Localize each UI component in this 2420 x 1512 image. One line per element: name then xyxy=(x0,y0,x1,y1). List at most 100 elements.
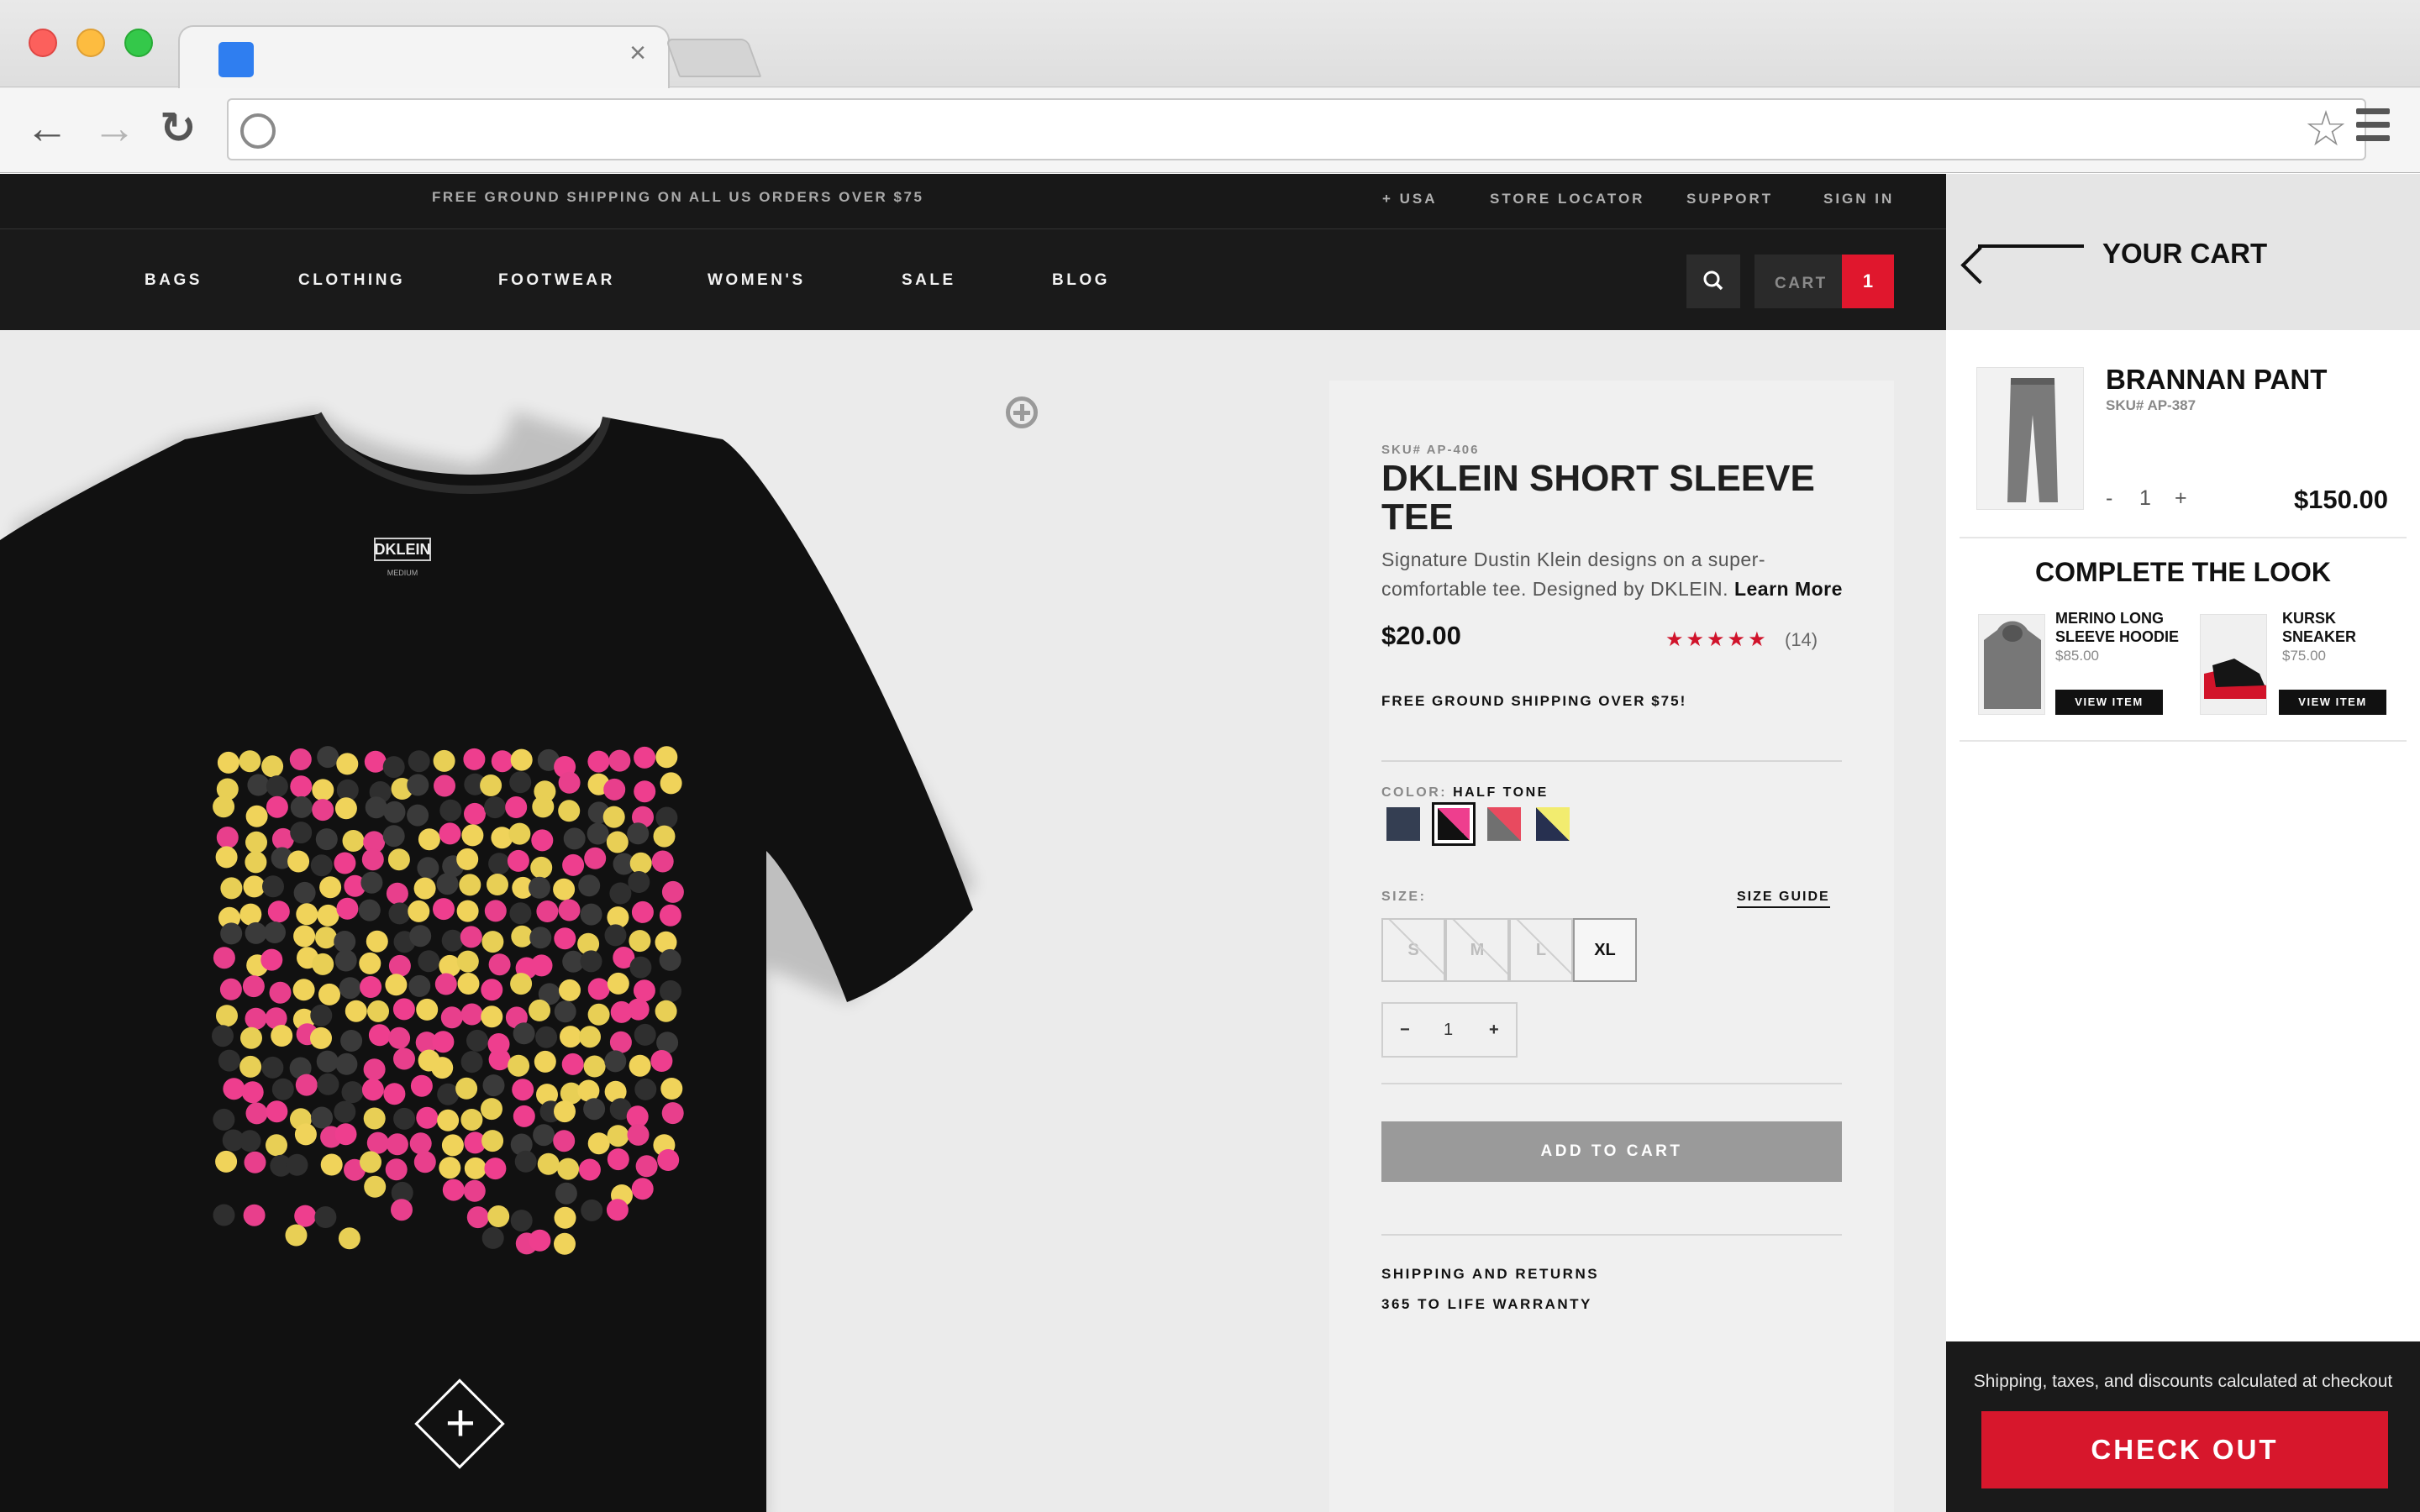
shirt-label-size: MEDIUM xyxy=(387,569,418,577)
cart-footer: Shipping, taxes, and discounts calculate… xyxy=(1946,1341,2420,1512)
qty-decrease-button[interactable]: − xyxy=(1400,1021,1410,1040)
pant-icon xyxy=(2007,378,2058,502)
cart-qty-increase-button[interactable]: + xyxy=(2175,486,2187,511)
swatch-navy-yellow[interactable] xyxy=(1536,807,1570,841)
shirt-label-brand: DKLEIN xyxy=(375,541,431,558)
cart-qty-decrease-button[interactable]: - xyxy=(2106,486,2112,511)
minimize-window-button[interactable] xyxy=(76,29,105,57)
back-icon[interactable]: ← xyxy=(25,107,69,150)
hoodie-icon xyxy=(1984,621,2041,709)
zoom-window-button[interactable] xyxy=(124,29,153,57)
qty-increase-button[interactable]: + xyxy=(1489,1021,1499,1040)
browser-chrome: × ← → ↻ ☆ xyxy=(0,0,2420,173)
cart-count-badge: 1 xyxy=(1842,255,1894,308)
search-button[interactable] xyxy=(1686,255,1740,308)
size-l[interactable]: L xyxy=(1509,918,1573,982)
product-sku: SKU# AP-406 xyxy=(1381,443,1480,457)
rec-hoodie-view-button[interactable]: VIEW ITEM xyxy=(2055,690,2163,715)
cart-item-sku: SKU# AP-387 xyxy=(2106,397,2196,413)
new-tab-button[interactable] xyxy=(665,39,762,77)
region-selector[interactable]: + USA xyxy=(1382,191,1438,207)
qty-value[interactable]: 1 xyxy=(1444,1021,1453,1040)
cart-qty-value: 1 xyxy=(2139,486,2151,510)
rec-hoodie-image[interactable] xyxy=(1978,614,2045,715)
reload-icon[interactable]: ↻ xyxy=(160,107,197,150)
tab-close-icon[interactable]: × xyxy=(629,37,646,70)
size-m[interactable]: M xyxy=(1445,918,1509,982)
close-cart-arrow-icon[interactable] xyxy=(1978,244,2084,248)
close-window-button[interactable] xyxy=(29,29,57,57)
complete-the-look-heading: COMPLETE THE LOOK xyxy=(2035,557,2331,587)
size-label: SIZE: xyxy=(1381,890,1427,904)
swatch-grey-red[interactable] xyxy=(1487,807,1521,841)
address-bar[interactable]: ☆ xyxy=(227,98,2366,160)
quantity-stepper: − 1 + xyxy=(1381,1002,1518,1058)
learn-more-link[interactable]: Learn More xyxy=(1734,578,1843,600)
search-icon xyxy=(1703,270,1723,291)
description-text: Signature Dustin Klein designs on a supe… xyxy=(1381,549,1765,600)
promo-bar: FREE GROUND SHIPPING ON ALL US ORDERS OV… xyxy=(0,174,1946,229)
rating-stars[interactable]: ★★★★★ xyxy=(1665,627,1769,652)
header-cart-button[interactable]: CART 1 xyxy=(1754,255,1894,308)
product-details-panel: SKU# AP-406 DKLEIN SHORT SLEEVE TEE Sign… xyxy=(1329,381,1894,1512)
free-shipping-note: FREE GROUND SHIPPING OVER $75! xyxy=(1381,693,1687,709)
cart-header: YOUR CART xyxy=(1946,174,2420,330)
rec-sneaker-image[interactable] xyxy=(2200,614,2267,715)
bookmark-star-icon[interactable]: ☆ xyxy=(2304,103,2348,155)
product-description: Signature Dustin Klein designs on a supe… xyxy=(1381,545,1869,604)
cart-item-name[interactable]: BRANNAN PANT xyxy=(2106,364,2327,396)
checkout-note: Shipping, taxes, and discounts calculate… xyxy=(1973,1372,2393,1391)
nav-bags[interactable]: BAGS xyxy=(145,271,203,290)
cart-title: YOUR CART xyxy=(2102,238,2268,269)
rec-sneaker-name[interactable]: KURSK SNEAKER xyxy=(2282,609,2391,646)
plus-icon: + xyxy=(445,1394,476,1452)
size-s[interactable]: S xyxy=(1381,918,1445,982)
nav-clothing[interactable]: CLOTHING xyxy=(298,271,405,290)
nav-sale[interactable]: SALE xyxy=(902,271,956,290)
color-label: COLOR: HALF TONE xyxy=(1381,785,1549,801)
warranty-link[interactable]: 365 TO LIFE WARRANTY xyxy=(1381,1296,1592,1313)
tab-strip: × xyxy=(0,0,2420,89)
browser-tab[interactable]: × xyxy=(178,25,670,89)
nav-footwear[interactable]: FOOTWEAR xyxy=(498,271,615,290)
cart-label: CART xyxy=(1775,275,1828,292)
cart-drawer: YOUR CART BRANNAN PANT SKU# AP-387 - 1 +… xyxy=(1946,174,2420,1512)
browser-toolbar: ← → ↻ ☆ xyxy=(0,88,2420,172)
divider xyxy=(1381,760,1842,762)
swatch-navy[interactable] xyxy=(1386,807,1420,841)
product-image: DKLEIN MEDIUM xyxy=(0,411,975,1512)
shipping-returns-link[interactable]: SHIPPING AND RETURNS xyxy=(1381,1266,1599,1283)
rec-sneaker-view-button[interactable]: VIEW ITEM xyxy=(2279,690,2386,715)
checkout-button[interactable]: CHECK OUT xyxy=(1981,1411,2388,1488)
promo-text: FREE GROUND SHIPPING ON ALL US ORDERS OV… xyxy=(432,189,924,205)
review-count[interactable]: (14) xyxy=(1785,629,1818,651)
cart-item-price: $150.00 xyxy=(2293,485,2388,514)
size-xl[interactable]: XL xyxy=(1573,918,1637,982)
sign-in-link[interactable]: SIGN IN xyxy=(1823,191,1894,207)
store-locator-link[interactable]: STORE LOCATOR xyxy=(1490,191,1644,207)
product-page: FREE GROUND SHIPPING ON ALL US ORDERS OV… xyxy=(0,174,1946,1512)
divider xyxy=(1381,1234,1842,1236)
add-to-cart-button[interactable]: ADD TO CART xyxy=(1381,1121,1842,1182)
cart-item-image[interactable] xyxy=(1976,367,2084,510)
rec-hoodie-name[interactable]: MERINO LONG SLEEVE HOODIE xyxy=(2055,609,2181,646)
color-label-text: COLOR: xyxy=(1381,785,1448,800)
nav-womens[interactable]: WOMEN'S xyxy=(708,271,806,290)
product-price: $20.00 xyxy=(1381,621,1461,650)
swatch-half-tone-selected[interactable] xyxy=(1432,802,1476,846)
divider xyxy=(1381,1083,1842,1084)
forward-icon[interactable]: → xyxy=(92,107,136,150)
zoom-icon[interactable] xyxy=(1006,396,1038,428)
rec-hoodie-price: $85.00 xyxy=(2055,648,2099,664)
rec-sneaker-price: $75.00 xyxy=(2282,648,2326,664)
support-link[interactable]: SUPPORT xyxy=(1686,191,1773,207)
globe-icon xyxy=(240,113,276,149)
favicon-icon xyxy=(218,42,254,77)
product-title: DKLEIN SHORT SLEEVE TEE xyxy=(1381,458,1815,538)
size-guide-link[interactable]: SIZE GUIDE xyxy=(1737,890,1830,908)
main-nav: BAGS CLOTHING FOOTWEAR WOMEN'S SALE BLOG… xyxy=(0,229,1946,330)
nav-blog[interactable]: BLOG xyxy=(1052,271,1110,290)
color-value: HALF TONE xyxy=(1453,785,1549,800)
divider xyxy=(1960,537,2407,538)
browser-menu-icon[interactable] xyxy=(2356,108,2390,149)
